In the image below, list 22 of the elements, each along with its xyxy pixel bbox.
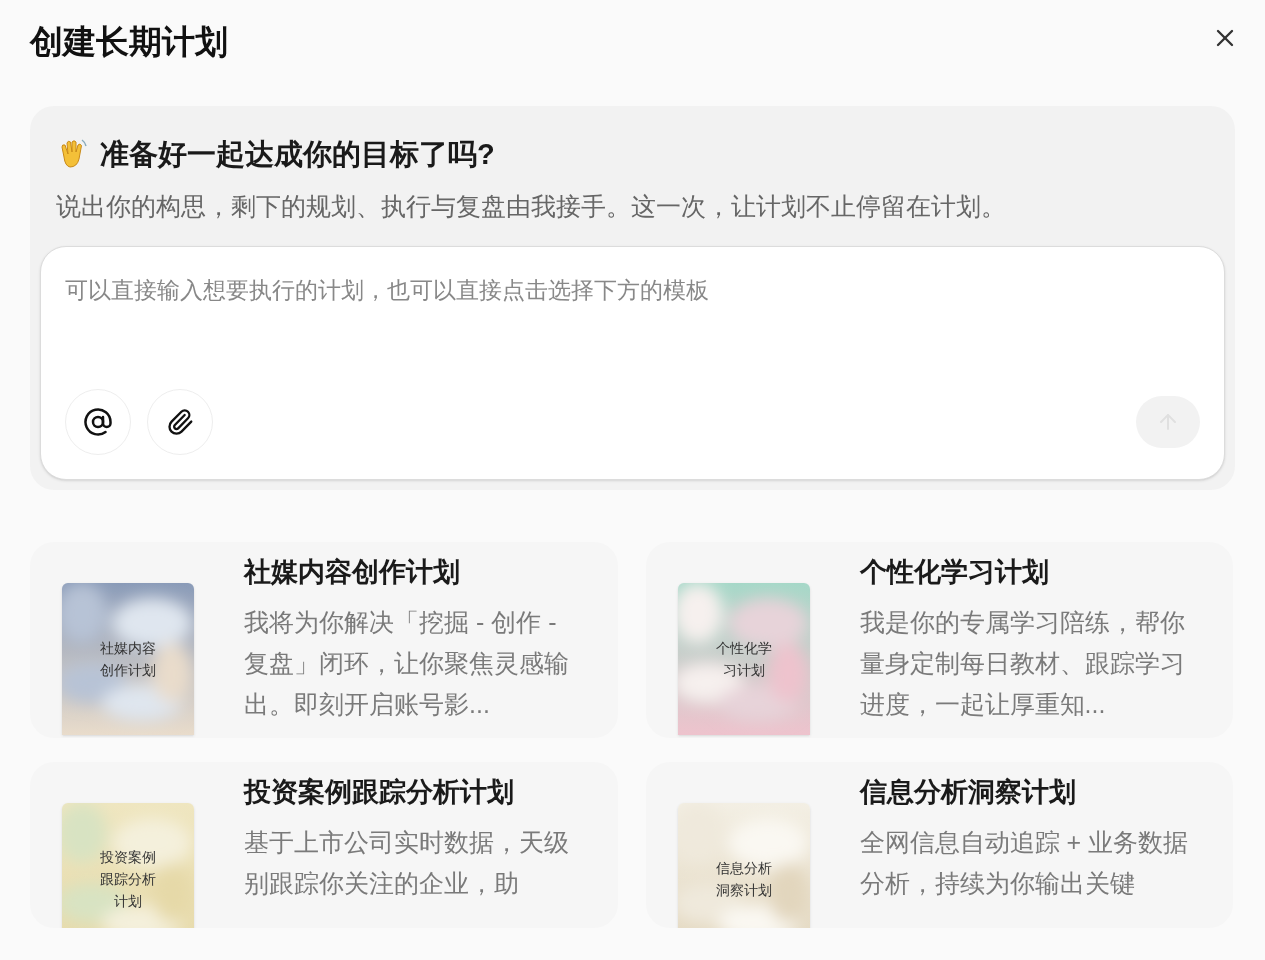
at-sign-icon xyxy=(83,407,113,437)
paperclip-icon xyxy=(166,408,194,436)
dialog-title: 创建长期计划 xyxy=(30,22,228,62)
template-card[interactable]: 投资案例跟踪分析计划 投资案例跟踪分析计划 基于上市公司实时数据，天级别跟踪你关注的企业，助 xyxy=(30,762,618,928)
template-card[interactable]: 社媒内容创作计划 社媒内容创作计划 我将为你解决「挖掘 - 创作 - 复盘」闭环，让你聚焦灵感输出。即刻开启账号影... xyxy=(30,542,618,738)
hero-subtitle: 说出你的构思，剩下的规划、执行与复盘由我接手。这一次，让计划不止停留在计划。 xyxy=(55,191,1007,222)
template-card[interactable]: 信息分析洞察计划 信息分析洞察计划 全网信息自动追踪 + 业务数据分析，持续为你输出关键 xyxy=(645,762,1233,928)
cover-label: 投资案例跟踪分析计划 xyxy=(99,848,157,911)
template-card[interactable]: 个性化学习计划 个性化学习计划 我是你的专属学习陪练，帮你量身定制每日教材、跟踪学习进度，一起让厚重知... xyxy=(645,542,1233,738)
template-title: 社媒内容创作计划 xyxy=(244,556,461,589)
template-title: 投资案例跟踪分析计划 xyxy=(244,776,515,809)
cover-label: 信息分析洞察计划 xyxy=(714,859,773,900)
hero-heading: 准备好一起达成你的目标了吗? xyxy=(100,137,495,172)
template-title: 个性化学习计划 xyxy=(859,556,1050,589)
cover-label: 社媒内容创作计划 xyxy=(99,639,157,680)
cover-label: 个性化学习计划 xyxy=(714,639,773,680)
template-description: 全网信息自动追踪 + 业务数据分析，持续为你输出关键 xyxy=(859,827,1189,899)
template-description: 基于上市公司实时数据，天级别跟踪你关注的企业，助 xyxy=(244,827,570,899)
template-title: 信息分析洞察计划 xyxy=(859,776,1077,809)
template-description: 我是你的专属学习陪练，帮你量身定制每日教材、跟踪学习进度，一起让厚重知... xyxy=(859,607,1186,720)
plan-input[interactable]: 可以直接输入想要执行的计划，也可以直接点击选择下方的模板 xyxy=(65,273,1200,308)
template-description: 我将为你解决「挖掘 - 创作 - 复盘」闭环，让你聚焦灵感输出。即刻开启账号影... xyxy=(244,607,570,720)
